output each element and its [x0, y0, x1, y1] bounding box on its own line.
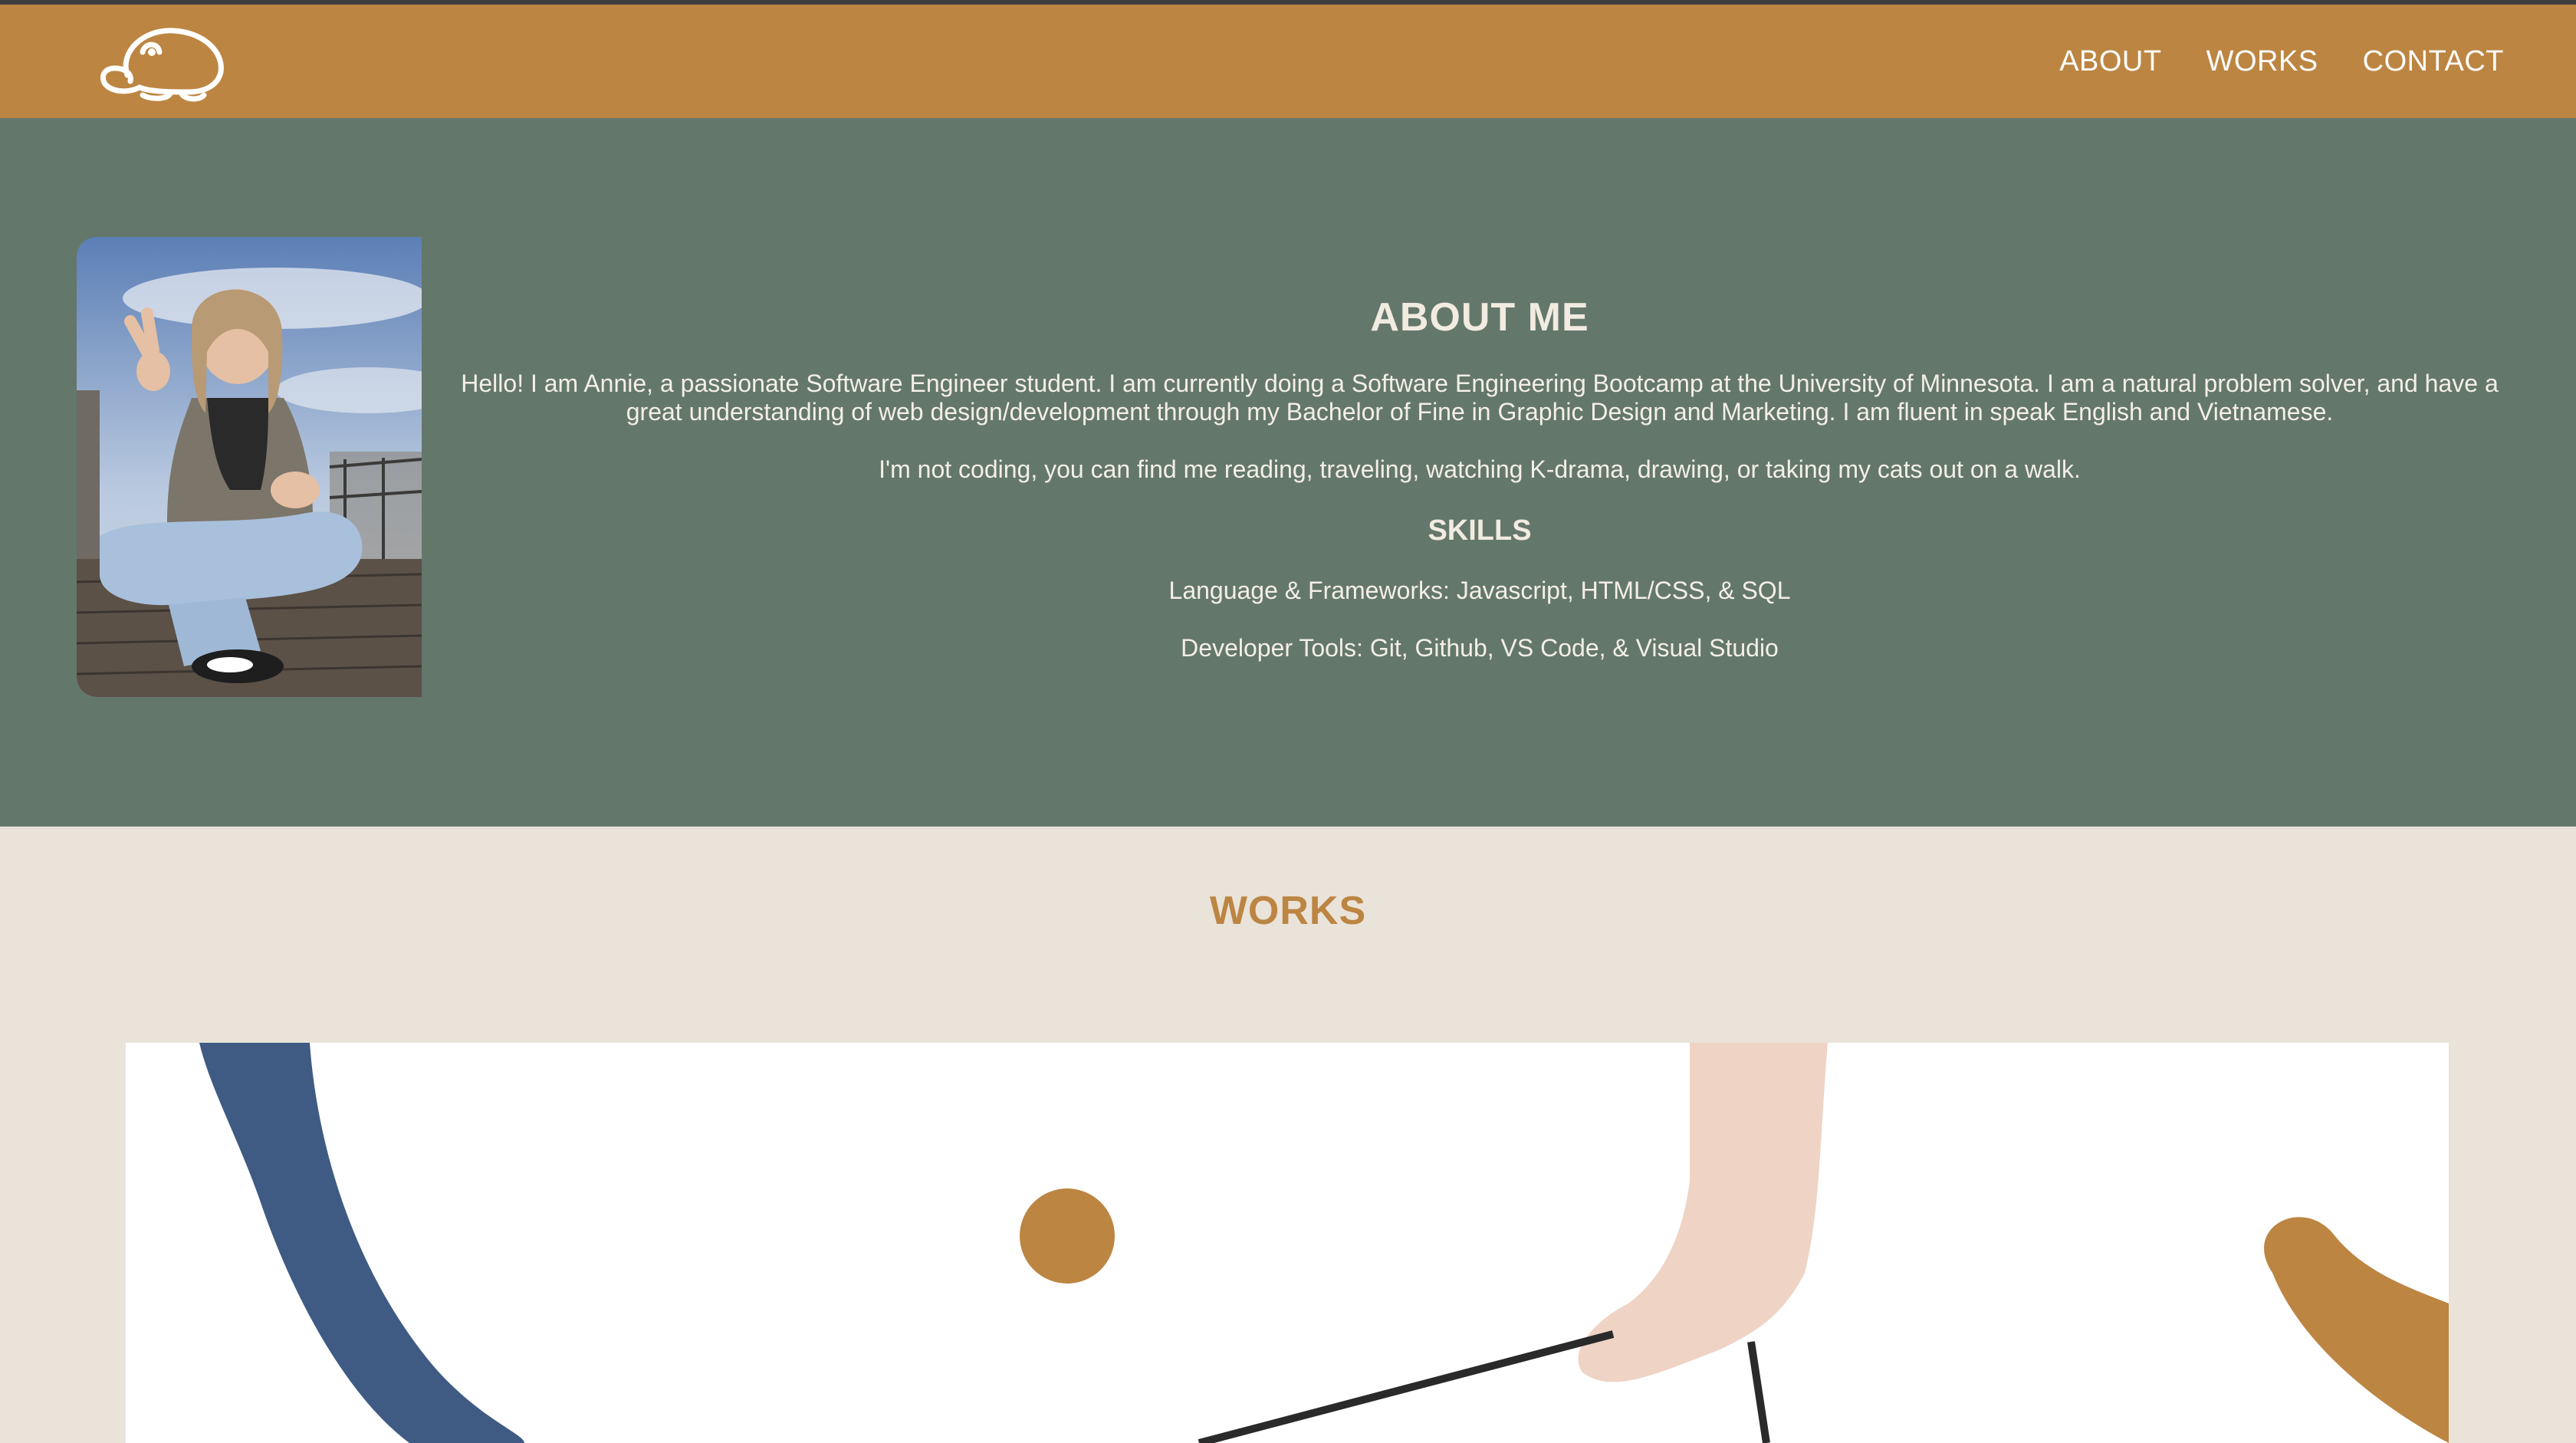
- about-section: ABOUT ME Hello! I am Annie, a passionate…: [0, 118, 2576, 827]
- nav-works-link[interactable]: WORKS: [2206, 45, 2318, 78]
- frog-logo-icon[interactable]: [97, 21, 228, 104]
- skills-title: SKILLS: [1428, 514, 1532, 547]
- skill-tools: Developer Tools: Git, Github, VS Code, &…: [1181, 634, 1779, 662]
- profile-photo: [77, 237, 422, 697]
- works-project-image[interactable]: [126, 1043, 2449, 1443]
- site-header: ABOUT WORKS CONTACT: [0, 5, 2576, 118]
- about-bio: Hello! I am Annie, a passionate Software…: [461, 370, 2499, 426]
- nav-contact-link[interactable]: CONTACT: [2363, 45, 2504, 78]
- about-title: ABOUT ME: [1370, 295, 1589, 340]
- works-title: WORKS: [1209, 889, 1367, 933]
- main-nav: ABOUT WORKS CONTACT: [2059, 5, 2504, 118]
- about-hobbies: I'm not coding, you can find me reading,…: [879, 455, 2081, 483]
- nav-about-link[interactable]: ABOUT: [2059, 45, 2161, 78]
- skill-languages: Language & Frameworks: Javascript, HTML/…: [1168, 577, 1791, 604]
- about-content: ABOUT ME Hello! I am Annie, a passionate…: [445, 294, 2515, 662]
